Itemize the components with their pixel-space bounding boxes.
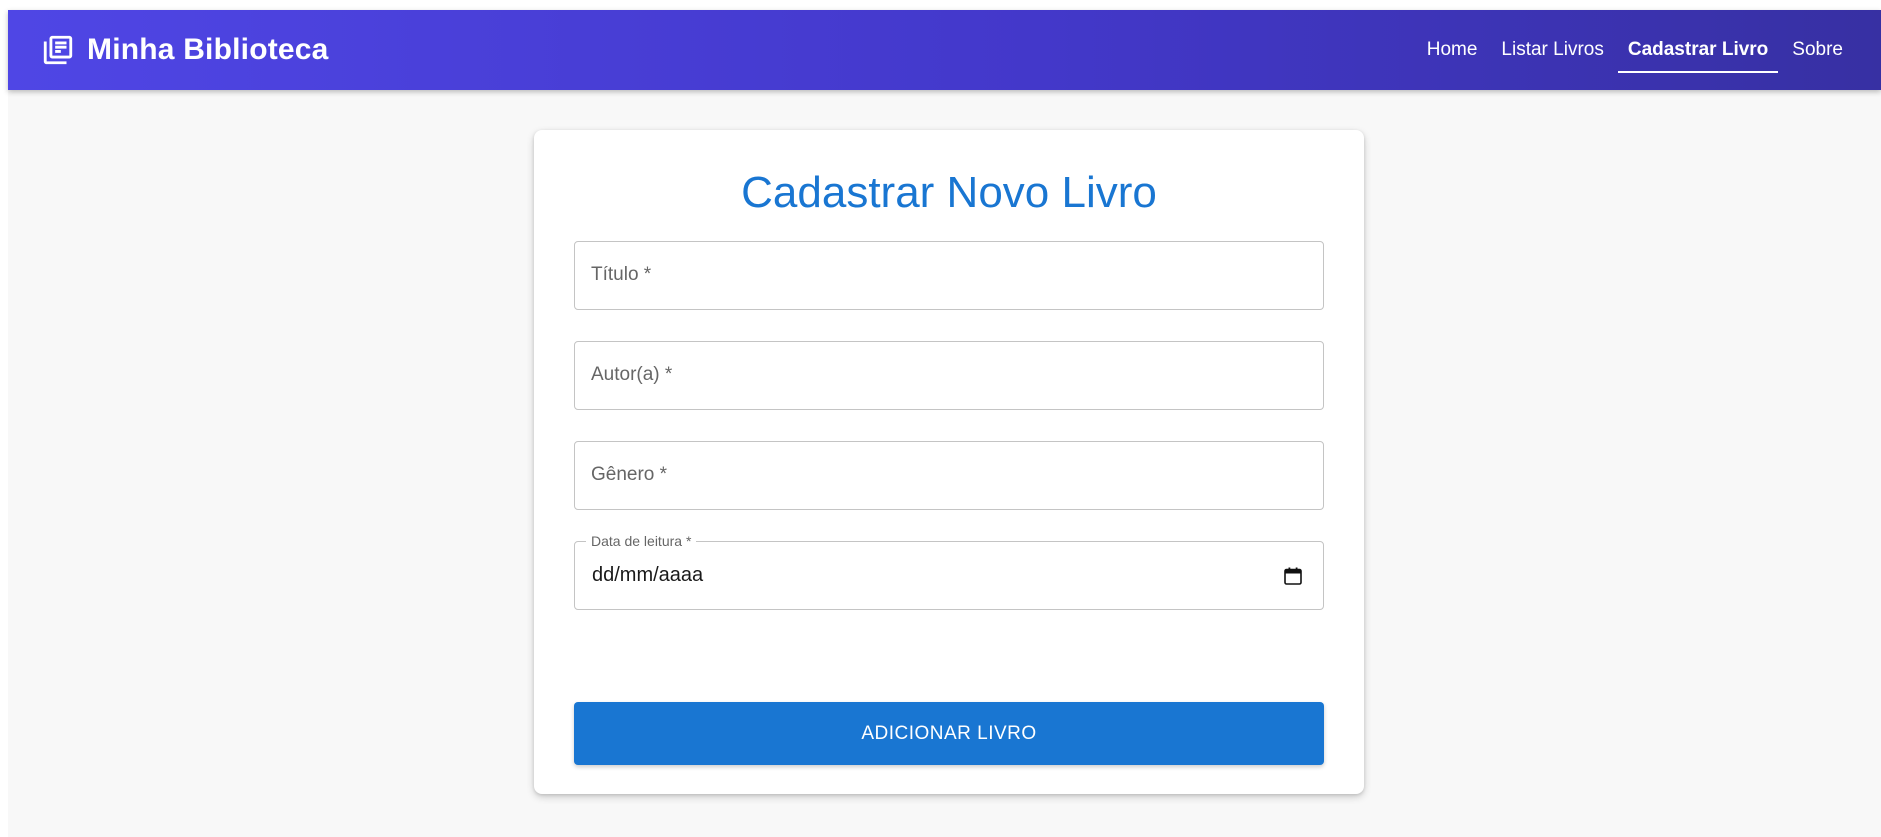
genero-field[interactable]: Gênero *: [574, 441, 1324, 510]
nav-link-home[interactable]: Home: [1417, 30, 1488, 70]
titulo-field[interactable]: Título *: [574, 241, 1324, 310]
calendar-icon[interactable]: [1283, 566, 1303, 586]
genero-input[interactable]: [575, 442, 1323, 509]
app-bar: Minha Biblioteca Home Listar Livros Cada…: [8, 10, 1881, 90]
data-leitura-field[interactable]: Data de leitura * dd/mm/aaaa: [574, 533, 1324, 610]
brand[interactable]: Minha Biblioteca: [41, 30, 329, 70]
data-leitura-label: Data de leitura *: [586, 533, 697, 549]
autor-field[interactable]: Autor(a) *: [574, 341, 1324, 410]
page-background: Minha Biblioteca Home Listar Livros Cada…: [8, 10, 1881, 837]
nav-link-cadastrar-livro[interactable]: Cadastrar Livro: [1617, 30, 1779, 73]
app-title: Minha Biblioteca: [87, 33, 329, 66]
titulo-input[interactable]: [575, 242, 1323, 309]
autor-input[interactable]: [575, 342, 1323, 409]
main-nav: Home Listar Livros Cadastrar Livro Sobre: [1417, 30, 1853, 73]
data-leitura-input[interactable]: dd/mm/aaaa: [592, 564, 703, 587]
nav-link-sobre[interactable]: Sobre: [1782, 30, 1853, 70]
nav-link-listar-livros[interactable]: Listar Livros: [1491, 30, 1613, 70]
page-title: Cadastrar Novo Livro: [741, 168, 1157, 217]
form-card: Cadastrar Novo Livro Título * Autor(a) *…: [534, 130, 1364, 794]
adicionar-livro-button[interactable]: ADICIONAR LIVRO: [574, 702, 1324, 765]
library-books-icon: [43, 35, 73, 65]
